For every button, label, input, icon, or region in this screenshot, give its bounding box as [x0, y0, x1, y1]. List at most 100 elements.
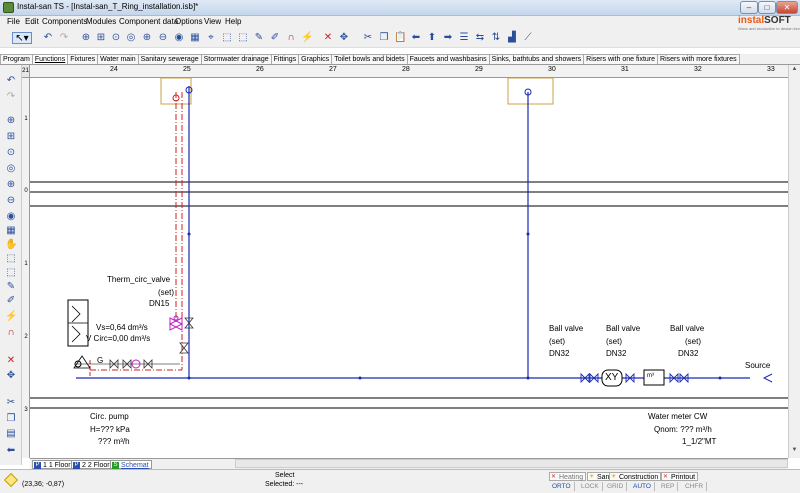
- zoom-plus-icon[interactable]: ⊕: [5, 179, 17, 191]
- sheet-tab-floor-1[interactable]: P1 1 Floor: [32, 460, 74, 469]
- bolt-icon[interactable]: ⚡: [5, 311, 17, 323]
- cut-icon[interactable]: ✂: [362, 32, 374, 44]
- ball-valve-2-name: Ball valve: [606, 324, 641, 333]
- mode-rep[interactable]: REP: [658, 482, 679, 491]
- cut-icon[interactable]: ✂: [5, 397, 17, 409]
- module-tab-heating[interactable]: ✕ Heating: [549, 472, 587, 481]
- hand-icon[interactable]: ✋: [5, 239, 17, 251]
- ball-valve-3-dn: DN32: [678, 349, 699, 358]
- magnet-icon[interactable]: ∩: [5, 327, 17, 339]
- zoom-page-icon[interactable]: ◎: [125, 32, 137, 44]
- zoom-minus-icon[interactable]: ⊖: [5, 195, 17, 207]
- tab-fittings[interactable]: Fittings: [270, 54, 300, 64]
- tab-faucets[interactable]: Faucets and washbasins: [406, 54, 490, 64]
- menu-view[interactable]: View: [204, 17, 221, 26]
- menu-components[interactable]: Components: [42, 17, 87, 26]
- tab-fixtures[interactable]: Fixtures: [67, 54, 99, 64]
- mode-chfr[interactable]: CHFR: [682, 482, 708, 491]
- menu-component-data[interactable]: Component data: [119, 17, 178, 26]
- copy-icon[interactable]: ❐: [5, 413, 17, 425]
- flip-icon[interactable]: ⇆: [474, 32, 486, 44]
- mode-orto[interactable]: ORTO: [549, 482, 575, 491]
- snap-icon[interactable]: ⌖: [205, 32, 217, 44]
- sheet-tab-floor-2[interactable]: P2 2 Floor: [71, 460, 113, 469]
- grid-icon[interactable]: ▦: [5, 225, 17, 237]
- ruler-label: 30: [548, 66, 556, 73]
- select-window-icon[interactable]: ⬚: [5, 253, 17, 265]
- brush-icon[interactable]: ✐: [5, 295, 17, 307]
- tab-functions[interactable]: Functions: [31, 54, 69, 64]
- vertical-scrollbar[interactable]: ▲ ▼: [788, 65, 800, 458]
- maximize-button[interactable]: □: [758, 1, 776, 14]
- scroll-up-icon[interactable]: ▲: [790, 66, 799, 75]
- mode-lock[interactable]: LOCK: [578, 482, 603, 491]
- scroll-down-icon[interactable]: ▼: [790, 447, 799, 456]
- zoom-page-icon[interactable]: ◎: [5, 163, 17, 175]
- tab-stormwater-drainage[interactable]: Stormwater drainage: [200, 54, 272, 64]
- sheet-tab-schemat[interactable]: S Schemat: [110, 460, 152, 469]
- tab-sanitary-sewerage[interactable]: Sanitary sewerage: [137, 54, 202, 64]
- drawing-canvas[interactable]: Therm_circ_valve (set) DN15 Vs=0,64 dm³/…: [30, 78, 788, 458]
- delete-icon[interactable]: ✕: [5, 355, 17, 367]
- zoom-plus-icon[interactable]: ⊕: [141, 32, 153, 44]
- menu-modules[interactable]: Modules: [86, 17, 116, 26]
- slope-icon[interactable]: ⟋: [522, 32, 534, 44]
- tab-toilet-bowls[interactable]: Toilet bowls and bidets: [331, 54, 408, 64]
- layers-icon[interactable]: ☰: [458, 32, 470, 44]
- redo-icon[interactable]: ↷: [58, 32, 70, 44]
- move-icon[interactable]: ✥: [338, 32, 350, 44]
- pencil-icon[interactable]: ✎: [253, 32, 265, 44]
- grid-icon[interactable]: ▦: [189, 32, 201, 44]
- tab-risers-more[interactable]: Risers with more fixtures: [657, 54, 740, 64]
- zoom-previous-icon[interactable]: ◉: [173, 32, 185, 44]
- circ-pump-name: Circ. pump: [90, 412, 129, 421]
- tab-risers-one[interactable]: Risers with one fixture: [583, 54, 659, 64]
- tab-graphics[interactable]: Graphics: [298, 54, 333, 64]
- tab-sinks[interactable]: Sinks, bathtubs and showers: [488, 54, 585, 64]
- zoom-previous-icon[interactable]: ◉: [5, 211, 17, 223]
- arrow-right-icon[interactable]: ➡: [442, 32, 454, 44]
- menu-options[interactable]: Options: [175, 17, 203, 26]
- mirror-icon[interactable]: ⇅: [490, 32, 502, 44]
- stairs-icon[interactable]: ▟: [506, 32, 518, 44]
- tab-program[interactable]: Program: [0, 54, 33, 64]
- move-icon[interactable]: ✥: [5, 370, 17, 382]
- undo-icon[interactable]: ↶: [5, 75, 17, 87]
- paste-icon[interactable]: 📋: [394, 32, 406, 44]
- copy-icon[interactable]: ❐: [378, 32, 390, 44]
- zoom-all-icon[interactable]: ⊙: [5, 147, 17, 159]
- close-button[interactable]: ✕: [776, 1, 798, 14]
- mode-grid[interactable]: GRID: [604, 482, 628, 491]
- select-window-icon[interactable]: ⬚: [221, 32, 233, 44]
- zoom-minus-icon[interactable]: ⊖: [157, 32, 169, 44]
- arrow-left-icon[interactable]: ⬅: [5, 445, 17, 457]
- brush-icon[interactable]: ✐: [269, 32, 281, 44]
- select-arrow-icon[interactable]: ↖▾: [12, 32, 32, 44]
- menu-help[interactable]: Help: [225, 17, 241, 26]
- paste-icon[interactable]: ▤: [5, 428, 17, 440]
- zoom-window-icon[interactable]: ⊞: [5, 131, 17, 143]
- menu-edit[interactable]: Edit: [25, 17, 39, 26]
- mode-auto[interactable]: AUTO: [630, 482, 655, 491]
- select-crossing-icon[interactable]: ⬚: [237, 32, 249, 44]
- horizontal-scrollbar[interactable]: [235, 459, 788, 468]
- arrow-up-icon[interactable]: ⬆: [426, 32, 438, 44]
- menu-file[interactable]: File: [7, 17, 20, 26]
- redo-icon[interactable]: ↷: [5, 91, 17, 103]
- bolt-icon[interactable]: ⚡: [301, 32, 313, 44]
- module-tab-construction[interactable]: ☀ Construction: [609, 472, 662, 481]
- minimize-button[interactable]: –: [740, 1, 758, 14]
- arrow-left-icon[interactable]: ⬅: [410, 32, 422, 44]
- zoom-in-icon[interactable]: ⊕: [80, 32, 92, 44]
- delete-icon[interactable]: ✕: [322, 32, 334, 44]
- zoom-in-icon[interactable]: ⊕: [5, 115, 17, 127]
- zoom-window-icon[interactable]: ⊞: [95, 32, 107, 44]
- undo-icon[interactable]: ↶: [42, 32, 54, 44]
- pencil-icon[interactable]: ✎: [5, 281, 17, 293]
- ruler-label: 27: [329, 66, 337, 73]
- tab-water-main[interactable]: Water main: [97, 54, 139, 64]
- magnet-icon[interactable]: ∩: [285, 32, 297, 44]
- module-tab-printout[interactable]: ✕ Printout: [661, 472, 699, 481]
- zoom-all-icon[interactable]: ⊙: [110, 32, 122, 44]
- select-crossing-icon[interactable]: ⬚: [5, 267, 17, 279]
